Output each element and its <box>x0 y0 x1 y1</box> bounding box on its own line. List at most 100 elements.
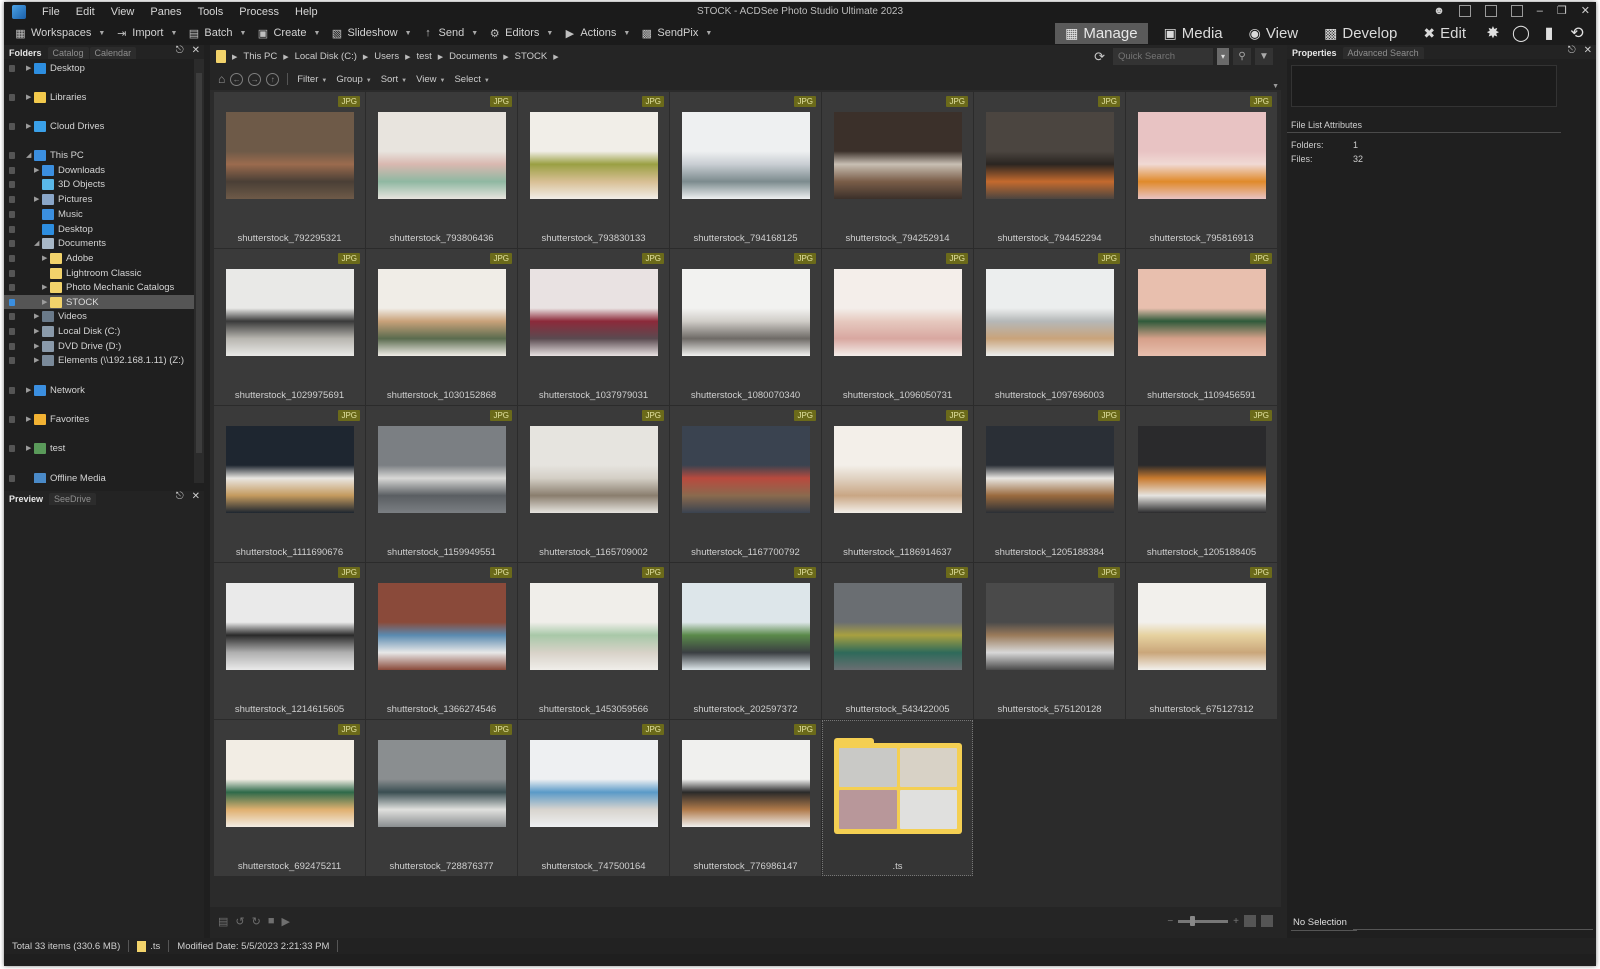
tree-item[interactable]: ◢ This PC <box>4 148 194 162</box>
menu-select[interactable]: Select ▼ <box>454 74 489 85</box>
home-icon[interactable]: ⌂ <box>218 72 225 86</box>
tree-item[interactable]: ▶ STOCK <box>4 295 194 309</box>
rotate-left-icon[interactable]: ↺ <box>235 915 244 928</box>
compare-icon[interactable]: ■ <box>268 915 275 928</box>
mode-media[interactable]: ▣ Media <box>1154 23 1233 44</box>
pin-icon[interactable] <box>9 327 15 335</box>
tree-item[interactable]: ▶ Favorites <box>4 412 194 426</box>
pin-icon[interactable] <box>9 151 15 159</box>
refresh-icon[interactable]: ⟳ <box>1094 49 1105 65</box>
tree-item[interactable]: Lightroom Classic <box>4 266 194 280</box>
pin-icon[interactable] <box>9 166 15 174</box>
toolbar-actions[interactable]: ▶ Actions ▼ <box>563 27 631 40</box>
pin-icon[interactable] <box>9 444 15 452</box>
thumbnail-item[interactable]: JPG shutterstock_692475211 <box>214 720 365 876</box>
zoom-out-icon[interactable]: − <box>1167 916 1173 927</box>
folder-item[interactable]: .ts <box>822 720 973 876</box>
chevron-right-icon[interactable]: ▶ <box>503 53 508 61</box>
pin-icon[interactable] <box>9 342 15 350</box>
menu-group[interactable]: Group ▼ <box>336 74 371 85</box>
chevron-down-icon[interactable]: ▼ <box>471 30 478 37</box>
chevron-right-icon[interactable]: ▶ <box>26 93 31 101</box>
thumbnail-item[interactable]: JPG shutterstock_202597372 <box>670 563 821 719</box>
tree-item[interactable]: ◢ Documents <box>4 236 194 250</box>
chevron-down-icon[interactable]: ▼ <box>546 30 553 37</box>
pin-icon[interactable] <box>9 415 15 423</box>
chevron-right-icon[interactable]: ▶ <box>34 327 39 335</box>
filter-icon[interactable]: ▼ <box>1255 48 1273 65</box>
thumbnail-item[interactable]: JPG shutterstock_1096050731 <box>822 249 973 405</box>
breadcrumb-item[interactable]: This PC <box>243 51 277 62</box>
search-icon[interactable]: ⚲ <box>1233 48 1251 65</box>
menu-sort[interactable]: Sort ▼ <box>381 74 407 85</box>
thumbnail-item[interactable]: JPG shutterstock_1111690676 <box>214 406 365 562</box>
thumbnail-item[interactable]: JPG shutterstock_575120128 <box>974 563 1125 719</box>
chevron-down-icon[interactable]: ▼ <box>705 30 712 37</box>
thumbnail-item[interactable]: JPG shutterstock_1205188384 <box>974 406 1125 562</box>
tab-catalog[interactable]: Catalog <box>47 47 89 59</box>
toolbar-workspaces[interactable]: ▦ Workspaces ▼ <box>14 27 105 40</box>
chevron-right-icon[interactable]: ▶ <box>26 386 31 394</box>
rotate-right-icon[interactable]: ↻ <box>252 915 261 928</box>
chevron-right-icon[interactable]: ▶ <box>405 53 410 61</box>
pin-icon[interactable] <box>9 210 15 218</box>
chevron-right-icon[interactable]: ▶ <box>42 254 47 262</box>
mode-manage[interactable]: ▦ Manage <box>1055 22 1148 44</box>
chevron-right-icon[interactable]: ▶ <box>26 64 31 72</box>
details-view-icon[interactable] <box>1261 915 1273 927</box>
thumbnail-item[interactable]: JPG shutterstock_795816913 <box>1126 92 1277 248</box>
thumbnail-item[interactable]: JPG shutterstock_792295321 <box>214 92 365 248</box>
up-icon[interactable]: ↑ <box>266 72 280 86</box>
chevron-right-icon[interactable]: ▶ <box>42 298 47 306</box>
breadcrumb-item[interactable]: Users <box>374 51 399 62</box>
tree-item[interactable]: ▶ Cloud Drives <box>4 119 194 133</box>
menu-panes[interactable]: Panes <box>142 6 189 18</box>
restore-button[interactable]: ❐ <box>1557 4 1567 17</box>
pin-icon[interactable] <box>9 269 15 277</box>
pin-icon[interactable] <box>9 474 15 482</box>
menu-tools[interactable]: Tools <box>190 6 232 18</box>
tree-item[interactable]: ▶ Network <box>4 383 194 397</box>
toolbar-slideshow[interactable]: ▧ Slideshow ▼ <box>330 27 412 40</box>
thumbnail-item[interactable]: JPG shutterstock_1205188405 <box>1126 406 1277 562</box>
chevron-right-icon[interactable]: ▶ <box>34 312 39 320</box>
thumbnail-item[interactable]: JPG shutterstock_747500164 <box>518 720 669 876</box>
tree-item[interactable]: ▶ DVD Drive (D:) <box>4 339 194 353</box>
people-icon[interactable]: ✸ <box>1482 22 1504 44</box>
pin-icon[interactable] <box>9 122 15 130</box>
back-icon[interactable]: ← <box>230 72 244 86</box>
toolbar-import[interactable]: ⇥ Import ▼ <box>115 27 177 40</box>
chevron-down-icon[interactable]: ◢ <box>34 239 39 247</box>
layout-left-icon[interactable] <box>1458 4 1471 17</box>
chevron-down-icon[interactable]: ▼ <box>240 30 247 37</box>
thumbnail-item[interactable]: JPG shutterstock_794168125 <box>670 92 821 248</box>
tab-seedrive[interactable]: SeeDrive <box>49 493 97 505</box>
play-slideshow-icon[interactable]: ▶ <box>282 915 290 928</box>
close-button[interactable]: ✕ <box>1581 4 1590 17</box>
chevron-right-icon[interactable]: ▶ <box>26 122 31 130</box>
mode-develop[interactable]: ▩ Develop <box>1314 23 1407 44</box>
thumbnail-item[interactable]: JPG shutterstock_776986147 <box>670 720 821 876</box>
breadcrumb-item[interactable]: Local Disk (C:) <box>295 51 357 62</box>
tree-item[interactable]: ▶ test <box>4 441 194 455</box>
thumbnail-item[interactable]: JPG shutterstock_1186914637 <box>822 406 973 562</box>
chevron-right-icon[interactable]: ▶ <box>283 53 288 61</box>
pin-icon[interactable] <box>9 239 15 247</box>
tree-item[interactable]: ▶ Elements (\\192.168.1.11) (Z:) <box>4 353 194 367</box>
tree-item[interactable]: ▶ Videos <box>4 309 194 323</box>
pin-icon[interactable]: ⎋ <box>176 45 184 56</box>
chevron-down-icon[interactable]: ▼ <box>170 30 177 37</box>
tab-calendar[interactable]: Calendar <box>89 47 137 59</box>
thumbnail-item[interactable]: JPG shutterstock_1159949551 <box>366 406 517 562</box>
account-icon[interactable]: ☻ <box>1433 5 1445 17</box>
chevron-right-icon[interactable]: ▶ <box>34 166 39 174</box>
toolbar-batch[interactable]: ▤ Batch ▼ <box>187 27 247 40</box>
toolbar-editors[interactable]: ⚙ Editors ▼ <box>488 27 554 40</box>
folder-tree-scrollbar[interactable] <box>194 59 204 483</box>
scroll-down-arrow-icon[interactable]: ▼ <box>1272 83 1279 90</box>
thumbnail-item[interactable]: JPG shutterstock_1214615605 <box>214 563 365 719</box>
tree-item[interactable]: Offline Media <box>4 471 194 483</box>
menu-edit[interactable]: Edit <box>68 6 103 18</box>
pin-icon[interactable] <box>9 254 15 262</box>
forward-icon[interactable]: → <box>248 72 262 86</box>
